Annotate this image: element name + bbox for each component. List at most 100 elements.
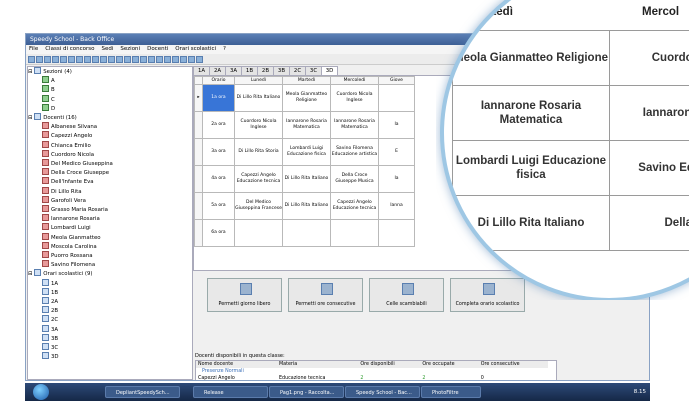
hour-cell[interactable]: 3a ora [202, 138, 235, 166]
tab-3a[interactable]: 3A [225, 66, 242, 75]
column-header[interactable]: Ore disponibili [358, 361, 420, 368]
table-row[interactable]: Capezzi Angelo Educazione tecnica 2 2 0 [196, 375, 548, 380]
tab-1b[interactable]: 1B [241, 66, 258, 75]
lesson-cell[interactable]: Lombardi Luigi Educazione fisica [282, 138, 331, 166]
giorno-libero-button[interactable]: Permetti giorno libero [207, 278, 282, 312]
tab-3d[interactable]: 3D [321, 66, 338, 75]
grid-icon[interactable] [68, 55, 75, 63]
grid-icon[interactable] [84, 55, 91, 63]
lesson-cell[interactable]: Iannarone Rosaria Matematica [282, 111, 331, 139]
tree-item[interactable]: 2C [28, 315, 192, 324]
tab-2a[interactable]: 2A [209, 66, 226, 75]
hour-cell[interactable]: 2a ora [202, 111, 235, 139]
hour-cell[interactable]: 5a ora [202, 192, 235, 220]
tree-item[interactable]: Della Croce Giuseppe [28, 168, 192, 177]
tree-item[interactable]: 3B [28, 333, 192, 343]
menu-file[interactable]: File [29, 45, 38, 54]
tab-2c[interactable]: 2C [289, 66, 306, 75]
ore-consecutive-button[interactable]: Permetti ore consecutive [288, 278, 363, 312]
tree-item[interactable]: C [28, 94, 192, 104]
celle-scambiabili-button[interactable]: Celle scambiabili [369, 278, 444, 312]
taskbar-item[interactable]: Release [193, 386, 268, 398]
lesson-cell[interactable] [234, 219, 283, 247]
tab-2b[interactable]: 2B [257, 66, 274, 75]
save-icon[interactable] [44, 55, 51, 63]
tree-item[interactable]: 3A [28, 324, 192, 334]
lesson-cell[interactable] [378, 219, 415, 247]
lesson-cell[interactable]: Di Lillo Rita Italiano [282, 165, 331, 193]
tree-view[interactable]: ⊟ Sezioni (4) ABCD ⊟ Docenti (16) Albane… [27, 66, 193, 380]
tab-1a[interactable]: 1A [193, 66, 210, 75]
tree-item[interactable]: Lombardi Luigi [28, 223, 192, 232]
menu-orari[interactable]: Orari scolastici [175, 45, 216, 54]
hour-cell[interactable]: 1a ora [202, 84, 235, 112]
menu-help[interactable]: ? [223, 45, 226, 54]
lesson-cell[interactable]: Capezzi Angelo Educazione tecnica [330, 192, 379, 220]
tree-item[interactable]: Chianca Emilio [28, 140, 192, 150]
lesson-cell[interactable]: Di Lillo Rita Italiano [282, 192, 331, 220]
lesson-cell[interactable]: Del Medico Giuseppina Francese [234, 192, 283, 220]
tree-sezioni[interactable]: ⊟ Sezioni (4) [28, 67, 192, 76]
grid-icon[interactable] [180, 55, 187, 63]
column-header[interactable]: Nome docente [196, 361, 277, 368]
lesson-cell[interactable]: Della Croce Giuseppe Musica [330, 165, 379, 193]
lesson-cell[interactable] [378, 84, 415, 112]
lesson-cell[interactable]: Meola Gianmatteo Religione [282, 84, 331, 112]
column-header[interactable]: Materia [277, 361, 358, 368]
grid-icon[interactable] [164, 55, 171, 63]
open-icon[interactable] [36, 55, 43, 63]
taskbar-item[interactable]: PhotoFiltre [421, 386, 481, 398]
tree-item[interactable]: Puorro Rossana [28, 251, 192, 260]
tree-item[interactable]: Iannarone Rosaria [28, 214, 192, 223]
tree-item[interactable]: Dell'Infante Eva [28, 177, 192, 186]
grid-icon[interactable] [124, 55, 131, 63]
lesson-cell[interactable]: Ia [378, 111, 415, 139]
grid-icon[interactable] [60, 55, 67, 63]
taskbar-item[interactable]: Pag1.png - Raccolta... [269, 386, 344, 398]
tree-item[interactable]: Del Medico Giuseppina [28, 159, 192, 168]
tree-item[interactable]: Di Lillo Rita [28, 186, 192, 196]
tab-3b[interactable]: 3B [273, 66, 290, 75]
tree-item[interactable]: 1A [28, 278, 192, 288]
grid-icon[interactable] [116, 55, 123, 63]
grid-icon[interactable] [92, 55, 99, 63]
lesson-cell[interactable]: Cuordoro Nicola Inglese [330, 84, 379, 112]
taskbar-item[interactable]: Speedy School - Bac... [345, 386, 420, 398]
tree-item[interactable]: Grasso Maria Rosaria [28, 205, 192, 214]
grid-icon[interactable] [140, 55, 147, 63]
tree-item[interactable]: 2A [28, 297, 192, 306]
grid-icon[interactable] [76, 55, 83, 63]
hour-cell[interactable]: 4a ora [202, 165, 235, 193]
tree-item[interactable]: 3D [28, 352, 192, 361]
grid-icon[interactable] [108, 55, 115, 63]
menu-classi[interactable]: Classi di concorso [45, 45, 94, 54]
column-header[interactable]: Ore consecutive [479, 361, 548, 368]
docenti-table[interactable]: Nome docente Materia Ore disponibili Ore oc… [195, 360, 557, 380]
tree-item[interactable]: D [28, 103, 192, 113]
tree-orari[interactable]: ⊟ Orari scolastici (9) [28, 269, 192, 278]
grid-icon[interactable] [172, 55, 179, 63]
tree-docenti[interactable]: ⊟ Docenti (16) [28, 113, 192, 122]
tab-3c[interactable]: 3C [305, 66, 322, 75]
start-button-icon[interactable] [33, 384, 49, 400]
grid-icon[interactable] [100, 55, 107, 63]
tree-item[interactable]: Cuordoro Nicola [28, 149, 192, 159]
grid-icon[interactable] [188, 55, 195, 63]
tree-item[interactable]: Capezzi Angelo [28, 131, 192, 140]
tree-item[interactable]: Moscola Carolina [28, 241, 192, 251]
tree-item[interactable]: 2B [28, 306, 192, 315]
lesson-cell[interactable]: Savino Filomena Educazione artistica [330, 138, 379, 166]
taskbar-item[interactable]: DepliantSpeedySch... [105, 386, 180, 398]
lesson-cell[interactable]: Cuordoro Nicola Inglese [234, 111, 283, 139]
grid-icon[interactable] [196, 55, 203, 63]
grid-icon[interactable] [132, 55, 139, 63]
new-icon[interactable] [28, 55, 35, 63]
lesson-cell[interactable]: E [378, 138, 415, 166]
lesson-cell[interactable]: Ia [378, 165, 415, 193]
tree-item[interactable]: Meola Gianmatteo [28, 232, 192, 242]
menu-sezioni[interactable]: Sezioni [120, 45, 140, 54]
print-icon[interactable] [52, 55, 59, 63]
column-header[interactable]: Ore occupate [420, 361, 478, 368]
lesson-cell[interactable]: Ianna [378, 192, 415, 220]
menu-sedi[interactable]: Sedi [102, 45, 114, 54]
